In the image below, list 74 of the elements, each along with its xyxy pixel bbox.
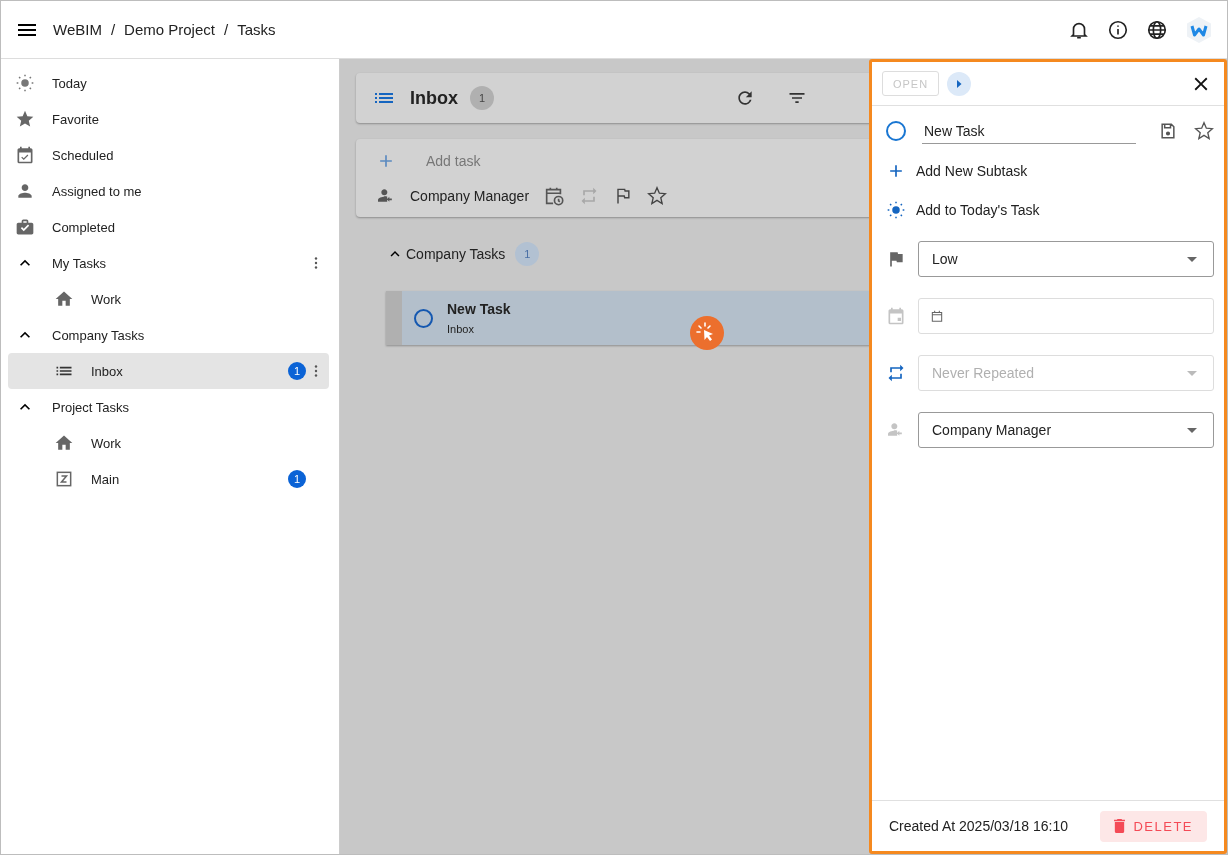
sidebar-item[interactable]: Assigned to me — [8, 173, 329, 209]
sidebar-item[interactable]: My Tasks — [8, 245, 329, 281]
sidebar-item[interactable]: Project Tasks — [8, 389, 329, 425]
sidebar-label: Main — [91, 471, 121, 487]
group-toggle[interactable]: Company Tasks — [386, 241, 506, 267]
assignee-label[interactable]: Company Manager — [410, 188, 530, 204]
sidebar-label: Work — [91, 291, 123, 307]
caret-icon — [1187, 256, 1197, 262]
sun-icon — [886, 199, 906, 220]
sidebar-label: Project Tasks — [52, 399, 131, 415]
calendar-icon — [886, 306, 906, 326]
sidebar-label: Assigned to me — [52, 183, 143, 199]
add-task-input[interactable]: Add task — [424, 152, 628, 170]
sidebar-item[interactable]: Work — [8, 281, 329, 317]
sidebar-item[interactable]: Today — [8, 65, 329, 101]
count-badge: 1 — [288, 362, 306, 380]
breadcrumb-separator: / — [223, 21, 229, 38]
created-at-text: Created At 2025/03/18 16:10 — [889, 818, 1069, 834]
info-icon[interactable] — [1107, 18, 1129, 41]
sidebar-label: Scheduled — [52, 147, 115, 163]
click-cursor-icon — [689, 315, 725, 351]
count-badge: 1 — [470, 86, 494, 110]
sidebar-item[interactable]: Inbox 1 — [8, 353, 329, 389]
letter-box-icon — [54, 469, 74, 489]
calendar-check-icon — [15, 145, 35, 165]
sidebar-label: Inbox — [91, 363, 124, 379]
sidebar-item[interactable]: Company Tasks — [8, 317, 329, 353]
caret-icon — [1187, 370, 1197, 376]
list-title: Inbox — [410, 87, 458, 109]
star-outline-icon[interactable] — [1194, 121, 1214, 141]
calendar-icon — [930, 309, 944, 323]
sidebar-item[interactable]: Work — [8, 425, 329, 461]
sidebar-label: Work — [91, 435, 123, 451]
home-icon — [54, 289, 74, 309]
trash-icon — [1114, 819, 1126, 833]
priority-select[interactable]: Low — [918, 241, 1214, 277]
breadcrumb-link[interactable]: Tasks — [237, 21, 276, 38]
sidebar-item[interactable]: Completed — [8, 209, 329, 245]
sidebar-label: Favorite — [52, 111, 100, 127]
date-field[interactable] — [918, 298, 1214, 334]
more-icon[interactable] — [314, 257, 318, 269]
task-checkbox[interactable] — [414, 308, 433, 328]
count-badge: 1 — [515, 242, 540, 266]
briefcase-check-icon — [15, 217, 35, 237]
sidebar-label: Today — [52, 75, 88, 91]
caret-icon — [1187, 427, 1197, 433]
sun-icon — [15, 73, 35, 93]
repeat-icon — [886, 363, 906, 383]
sidebar-label: My Tasks — [52, 255, 107, 271]
play-button[interactable] — [947, 71, 971, 96]
star-outline-icon[interactable] — [647, 186, 668, 206]
sidebar-label: Completed — [52, 219, 116, 235]
assignee-select[interactable]: Company Manager — [918, 412, 1214, 448]
calendar-clock-icon[interactable] — [543, 185, 566, 207]
breadcrumb-link[interactable]: WeBIM — [53, 21, 102, 38]
breadcrumb-link[interactable]: Demo Project — [124, 21, 215, 38]
task-checkbox[interactable] — [886, 121, 906, 141]
breadcrumb-separator: / — [110, 21, 116, 38]
sidebar-item[interactable]: Main 1 — [8, 461, 329, 497]
avatar-logo-icon[interactable] — [1185, 15, 1213, 44]
count-badge: 1 — [288, 470, 306, 488]
action-link[interactable]: Add to Today's Task — [886, 190, 1040, 229]
home-icon — [54, 433, 74, 453]
sidebar-label: Company Tasks — [52, 327, 146, 343]
star-icon — [15, 109, 35, 129]
task-title: New Task — [447, 301, 511, 317]
action-link[interactable]: Add New Subtask — [886, 151, 1028, 190]
save-icon[interactable] — [1158, 121, 1178, 141]
task-list-name: Inbox — [447, 323, 475, 335]
sidebar-item[interactable]: Scheduled — [8, 137, 329, 173]
sidebar-item[interactable]: Favorite — [8, 101, 329, 137]
more-icon[interactable] — [314, 365, 318, 377]
refresh-icon[interactable] — [735, 88, 755, 108]
globe-icon[interactable] — [1146, 18, 1168, 41]
